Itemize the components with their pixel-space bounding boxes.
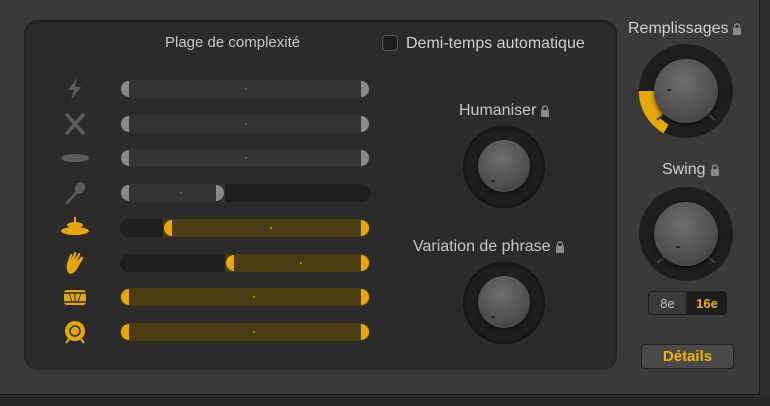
- complexity-value-dot: [300, 262, 302, 264]
- complexity-range-slider[interactable]: [120, 219, 370, 237]
- lock-icon: [733, 23, 742, 35]
- hand-clap-icon: [60, 251, 90, 275]
- complexity-range-slider[interactable]: [120, 323, 370, 341]
- swing-knob[interactable]: [654, 202, 718, 266]
- complexity-range-title: Plage de complexité: [165, 34, 301, 51]
- lightning-icon: [60, 77, 90, 101]
- complexity-value-dot: [245, 157, 247, 159]
- lock-icon: [710, 164, 719, 176]
- crossed-sticks-icon: [60, 112, 90, 136]
- complexity-range-slider[interactable]: [120, 149, 370, 167]
- knob-indicator: [491, 316, 495, 318]
- complexity-range-slider[interactable]: [120, 288, 370, 306]
- half-time-label[interactable]: Demi-temps automatique: [406, 35, 585, 53]
- knob-indicator: [491, 180, 495, 182]
- fills-knob[interactable]: [654, 59, 718, 123]
- half-time-checkbox[interactable]: [382, 35, 398, 51]
- fills-label-text: Remplissages: [628, 20, 729, 37]
- complexity-value-dot: [245, 123, 247, 125]
- lock-icon: [541, 105, 550, 117]
- swing-label-text: Swing: [662, 161, 706, 178]
- humanize-label-text: Humaniser: [459, 102, 537, 119]
- slider-range-fill: [120, 323, 370, 341]
- humanize-knob[interactable]: [478, 140, 530, 192]
- complexity-value-dot: [252, 296, 255, 298]
- humanize-label: Humaniser: [459, 102, 550, 120]
- complexity-range-slider[interactable]: [120, 80, 370, 98]
- kick-drum-icon: [60, 320, 90, 344]
- complexity-value-dot: [180, 192, 182, 194]
- complexity-value-dot: [270, 227, 272, 229]
- swing-label: Swing: [662, 161, 720, 179]
- complexity-range-slider[interactable]: [120, 254, 370, 272]
- slider-range-fill: [162, 219, 370, 237]
- snare-drum-icon: [60, 285, 90, 309]
- phrase-variation-label: Variation de phrase: [413, 238, 565, 256]
- complexity-value-dot: [245, 88, 247, 90]
- slider-range-fill: [120, 184, 225, 202]
- phrase-variation-knob[interactable]: [478, 276, 530, 328]
- fills-label: Remplissages: [628, 20, 742, 38]
- complexity-value-dot: [252, 331, 255, 333]
- phrase-variation-label-text: Variation de phrase: [413, 238, 551, 255]
- complexity-range-slider[interactable]: [120, 184, 370, 202]
- complexity-range-slider[interactable]: [120, 115, 370, 133]
- slider-range-fill: [120, 288, 370, 306]
- bottom-border: [0, 396, 770, 406]
- details-button[interactable]: Détails: [641, 344, 734, 369]
- cymbal-icon: [60, 146, 90, 170]
- knob-indicator: [667, 89, 671, 91]
- lock-icon: [555, 241, 564, 253]
- hihat-icon: [60, 216, 90, 240]
- swing-16th-button[interactable]: 16e: [687, 291, 727, 315]
- swing-8th-button[interactable]: 8e: [648, 291, 687, 315]
- slider-range-fill: [225, 254, 370, 272]
- knob-indicator: [676, 246, 680, 248]
- shaker-icon: [60, 181, 90, 205]
